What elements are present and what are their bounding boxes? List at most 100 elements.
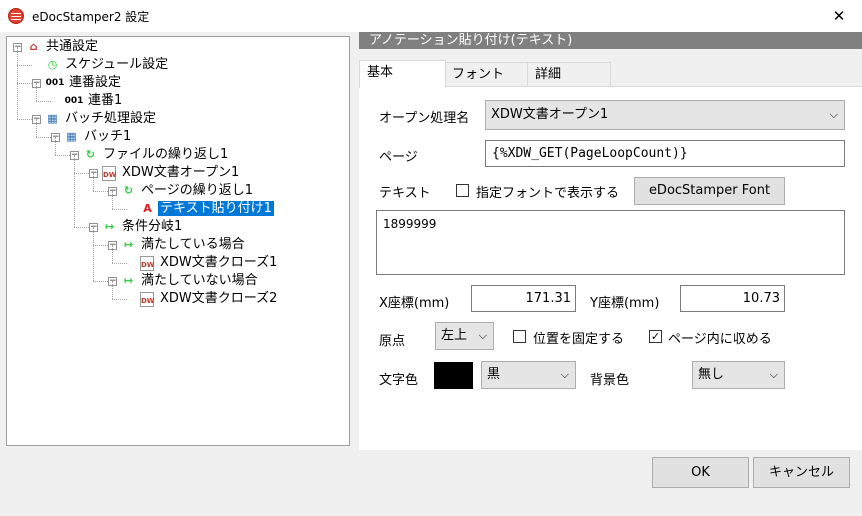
tree-item[interactable]: ↻ ページの繰り返し1 [121, 182, 255, 200]
cancel-button[interactable]: キャンセル [753, 457, 850, 488]
tab-detail[interactable]: 詳細 [527, 62, 611, 87]
tree-connector-line [93, 227, 94, 281]
chevron-down-icon: ⌵ [829, 108, 838, 121]
open-name-select[interactable]: XDW文書オープン1 ⌵ [485, 100, 845, 130]
fix-position-label: 位置を固定する [533, 332, 625, 347]
batch-icon: ▦ [47, 112, 58, 125]
text-annotation-icon: A [143, 202, 152, 215]
bg-color-label: 背景色 [590, 373, 630, 388]
tab-font[interactable]: フォント [444, 62, 528, 87]
tree-connector-line [17, 119, 32, 120]
fix-position-checkbox[interactable] [513, 330, 526, 343]
tree-connector-line [36, 83, 37, 101]
ok-button[interactable]: OK [652, 457, 749, 488]
tree-connector-line [93, 173, 94, 191]
app-icon [8, 8, 24, 24]
tree-connector-line [112, 245, 113, 263]
tree-item-label: ページの繰り返し1 [141, 183, 254, 198]
chevron-down-icon: ⌵ [560, 368, 569, 381]
tree-item[interactable]: ↦ 条件分岐1 [102, 218, 184, 236]
tree-connector-line [93, 191, 108, 192]
tree-item[interactable]: ↻ ファイルの繰り返し1 [83, 146, 230, 164]
batch-icon: ▦ [66, 130, 77, 143]
tree-item-label: 条件分岐1 [122, 219, 183, 234]
close-button[interactable]: ✕ [816, 0, 862, 32]
text-area[interactable]: 1899999 [376, 210, 845, 275]
tree-connector-line [112, 191, 113, 209]
y-coord-label: Y座標(mm) [590, 296, 660, 311]
chevron-down-icon: ⌵ [769, 368, 778, 381]
tree-item[interactable]: ↦ 満たしていない場合 [121, 272, 260, 290]
tree-connector-line [74, 173, 89, 174]
tree-connector-line [112, 281, 113, 299]
tree-connector-line [93, 245, 108, 246]
branch-icon: ↦ [123, 238, 134, 251]
number-icon: 001 [64, 96, 84, 106]
branch-icon: ↦ [104, 220, 115, 233]
tree-connector-line [17, 65, 32, 66]
branch-icon: ↦ [123, 274, 134, 287]
tree-connector-line [36, 137, 51, 138]
loop-icon: ↻ [123, 184, 134, 197]
window-title: eDocStamper2 設定 [32, 10, 150, 24]
pane-header: アノテーション貼り付け(テキスト) [359, 32, 862, 49]
tree-connector-line [112, 209, 127, 210]
tree-item[interactable]: DW XDW文書クローズ1 [140, 254, 279, 272]
settings-tree[interactable]: ⌂ 共通設定 − ◷ スケジュール設定 001 連番設定 −001 連番1 ▦ バッチ処理設定 − ▦ バ… [6, 36, 350, 446]
tree-connector-line [74, 227, 89, 228]
tree-item-label: 連番1 [88, 93, 123, 108]
font-display-label: 指定フォントで表示する [476, 186, 620, 201]
tree-item[interactable]: ▦ バッチ処理設定 [45, 110, 158, 128]
tree-item[interactable]: ↦ 満たしている場合 [121, 236, 247, 254]
tree-item[interactable]: 001 連番1 [64, 92, 124, 110]
tree-item-label: テキスト貼り付け1 [158, 201, 274, 216]
tab-basic[interactable]: 基本 [359, 60, 446, 88]
document-icon: DW [102, 166, 117, 181]
tree-connector-line [17, 83, 32, 84]
fit-page-checkbox[interactable]: ✓ [649, 330, 662, 343]
tree-item[interactable]: ⌂ 共通設定 [26, 38, 100, 56]
page-input[interactable]: {%XDW_GET(PageLoopCount)} [485, 140, 845, 167]
x-coord-label: X座標(mm) [379, 296, 450, 311]
tree-item-label: XDW文書クローズ2 [160, 291, 278, 306]
tree-item-label: XDW文書オープン1 [122, 165, 240, 180]
tree-item-label: 満たしている場合 [141, 237, 245, 252]
tree-item-label: ファイルの繰り返し1 [103, 147, 229, 162]
tree-item[interactable]: A テキスト貼り付け1 [140, 200, 274, 218]
tree-item-label: 共通設定 [46, 39, 99, 54]
tree-connector-line [55, 137, 56, 155]
tree-connector-line [112, 263, 127, 264]
text-color-label: 文字色 [379, 373, 419, 388]
chevron-down-icon: ⌵ [478, 329, 487, 342]
tree-item[interactable]: 001 連番設定 [45, 74, 123, 92]
house-icon: ⌂ [29, 40, 38, 53]
text-label: テキスト [379, 186, 431, 201]
tree-item[interactable]: ▦ バッチ1 [64, 128, 133, 146]
font-display-checkbox[interactable] [456, 184, 469, 197]
y-coord-input[interactable]: 10.73 [680, 285, 785, 312]
font-button[interactable]: eDocStamper Font [634, 177, 785, 205]
open-name-value: XDW文書オープン1 [491, 107, 609, 122]
tree-connector-line [36, 119, 37, 137]
x-coord-input[interactable]: 171.31 [471, 285, 576, 312]
page-label: ページ [379, 150, 418, 165]
tree-item[interactable]: ◷ スケジュール設定 [45, 56, 170, 74]
tree-item[interactable]: DW XDW文書クローズ2 [140, 290, 279, 308]
tree-connector-line [93, 281, 108, 282]
tree-connector-line [55, 155, 70, 156]
tree-connector-line [112, 299, 127, 300]
tree-item-label: 連番設定 [69, 75, 122, 90]
tree-connector-line [17, 47, 18, 119]
text-color-value: 黒 [487, 367, 501, 382]
loop-icon: ↻ [85, 148, 96, 161]
text-color-select[interactable]: 黒 ⌵ [481, 361, 576, 389]
open-name-label: オープン処理名 [379, 111, 470, 126]
origin-select[interactable]: 左上 ⌵ [435, 322, 494, 350]
tree-item[interactable]: DW XDW文書オープン1 [102, 164, 241, 182]
number-icon: 001 [45, 78, 65, 88]
origin-value: 左上 [441, 328, 468, 343]
title-bar: eDocStamper2 設定 ✕ [0, 0, 862, 32]
text-color-swatch[interactable] [434, 362, 473, 389]
bg-color-select[interactable]: 無し ⌵ [692, 361, 785, 389]
tree-item-label: 満たしていない場合 [141, 273, 258, 288]
